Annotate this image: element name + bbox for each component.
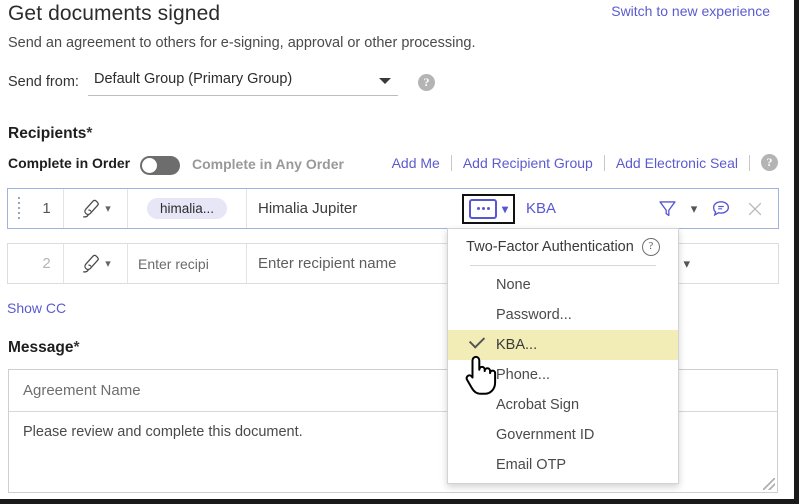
authentication-method-button[interactable]: ▾ xyxy=(462,193,516,224)
two-factor-authentication-dropdown: Two-Factor Authentication ? None Passwor… xyxy=(447,228,679,484)
help-circle-icon[interactable]: ? xyxy=(761,154,778,171)
complete-in-any-order-label: Complete in Any Order xyxy=(192,156,344,172)
dropdown-item-label: Password... xyxy=(496,307,572,323)
recipient-name-input[interactable]: Enter recipient name xyxy=(247,244,452,283)
dropdown-item-email-otp[interactable]: Email OTP xyxy=(448,450,678,480)
dropdown-item-kba[interactable]: KBA... xyxy=(448,330,678,360)
chevron-down-icon: ▾ xyxy=(105,258,111,270)
dropdown-item-acrobat-sign[interactable]: Acrobat Sign xyxy=(448,390,678,420)
funnel-icon[interactable] xyxy=(650,191,684,227)
question-circle-icon[interactable]: ? xyxy=(641,238,660,256)
add-recipient-group-link[interactable]: Add Recipient Group xyxy=(452,155,604,171)
close-x-icon[interactable] xyxy=(738,191,772,227)
recipient-row-1[interactable]: 1 ▾ himalia... Himalia Jupiter ▾ KBA ▾ xyxy=(7,188,779,229)
authentication-method-label: KBA xyxy=(526,200,557,217)
complete-in-order-label: Complete in Order xyxy=(8,155,131,171)
add-electronic-seal-link[interactable]: Add Electronic Seal xyxy=(605,155,749,171)
recipient-role-selector[interactable]: ▾ xyxy=(64,244,127,283)
dropdown-item-label: Government ID xyxy=(496,427,595,443)
dropdown-header-label: Two-Factor Authentication xyxy=(466,239,634,255)
drag-handle-placeholder xyxy=(8,244,30,283)
message-heading: Message* xyxy=(8,339,80,357)
app-window: Get documents signed Send an agreement t… xyxy=(0,0,799,504)
recipient-row-number: 2 xyxy=(42,255,51,272)
password-dots-icon xyxy=(469,198,497,219)
dropdown-item-label: Acrobat Sign xyxy=(496,397,580,413)
check-icon xyxy=(468,332,486,349)
recipients-label: Recipients xyxy=(8,125,87,142)
email-chip[interactable]: himalia... xyxy=(146,198,228,219)
recipients-heading: Recipients* xyxy=(8,125,92,143)
send-agreement-panel: Get documents signed Send an agreement t… xyxy=(0,0,794,499)
page-title: Get documents signed xyxy=(8,2,221,25)
recipient-email-placeholder: Enter recipi xyxy=(138,255,209,272)
dropdown-item-label: None xyxy=(496,277,531,293)
dropdown-item-none[interactable]: None xyxy=(448,270,678,300)
required-asterisk: * xyxy=(86,125,93,142)
caret-down-icon xyxy=(379,78,391,84)
recipient-actions: Add Me Add Recipient Group Add Electroni… xyxy=(381,154,778,171)
recipient-role-selector[interactable]: ▾ xyxy=(64,189,127,228)
toggle-knob xyxy=(142,158,157,173)
recipient-email-input[interactable]: Enter recipi xyxy=(128,244,246,283)
dropdown-item-label: KBA... xyxy=(496,337,538,353)
send-from-label: Send from: xyxy=(8,74,79,90)
divider xyxy=(470,265,656,266)
chevron-down-icon: ▾ xyxy=(105,203,111,215)
dropdown-item-label: Email OTP xyxy=(496,457,567,473)
dropdown-item-label: Phone... xyxy=(496,367,551,383)
recipient-name-field[interactable]: Himalia Jupiter xyxy=(247,189,452,228)
dropdown-item-government-id[interactable]: Government ID xyxy=(448,420,678,450)
authentication-cell: ▾ KBA ▾ xyxy=(452,191,778,227)
message-label: Message xyxy=(8,339,74,356)
dropdown-item-phone[interactable]: Phone... xyxy=(448,360,678,390)
chevron-down-icon: ▾ xyxy=(502,201,509,216)
add-me-link[interactable]: Add Me xyxy=(381,155,451,171)
recipient-email-field[interactable]: himalia... xyxy=(128,189,246,228)
send-from-select[interactable]: Default Group (Primary Group) xyxy=(88,68,398,96)
drag-handle-icon[interactable] xyxy=(8,189,30,228)
resize-handle-icon[interactable] xyxy=(763,478,775,490)
recipient-row-number: 1 xyxy=(42,200,51,217)
chevron-down-icon[interactable]: ▾ xyxy=(683,256,778,272)
send-from-value: Default Group (Primary Group) xyxy=(94,71,293,87)
switch-to-new-experience-link[interactable]: Switch to new experience xyxy=(611,3,770,19)
help-circle-icon[interactable]: ? xyxy=(418,74,435,91)
complete-order-toggle[interactable] xyxy=(140,156,180,175)
signature-pen-icon xyxy=(83,254,100,273)
dropdown-header: Two-Factor Authentication ? xyxy=(448,229,678,265)
show-cc-link[interactable]: Show CC xyxy=(7,300,66,316)
required-asterisk: * xyxy=(73,339,80,356)
row-action-icons: ▾ xyxy=(650,191,778,227)
chevron-down-icon[interactable]: ▾ xyxy=(684,201,704,217)
page-subtitle: Send an agreement to others for e-signin… xyxy=(8,35,476,51)
signature-pen-icon xyxy=(83,199,100,218)
divider xyxy=(749,154,750,171)
speech-bubble-icon[interactable] xyxy=(704,191,738,227)
dropdown-item-password[interactable]: Password... xyxy=(448,300,678,330)
